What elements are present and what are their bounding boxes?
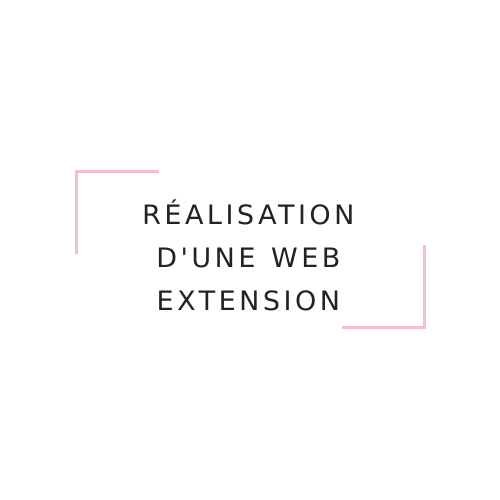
title-line-1: RÉALISATION: [142, 200, 358, 231]
page-title: RÉALISATION D'UNE WEB EXTENSION: [0, 194, 500, 323]
title-line-2: D'UNE WEB: [156, 243, 344, 274]
title-card: RÉALISATION D'UNE WEB EXTENSION: [0, 0, 500, 500]
title-line-3: EXTENSION: [156, 286, 344, 317]
